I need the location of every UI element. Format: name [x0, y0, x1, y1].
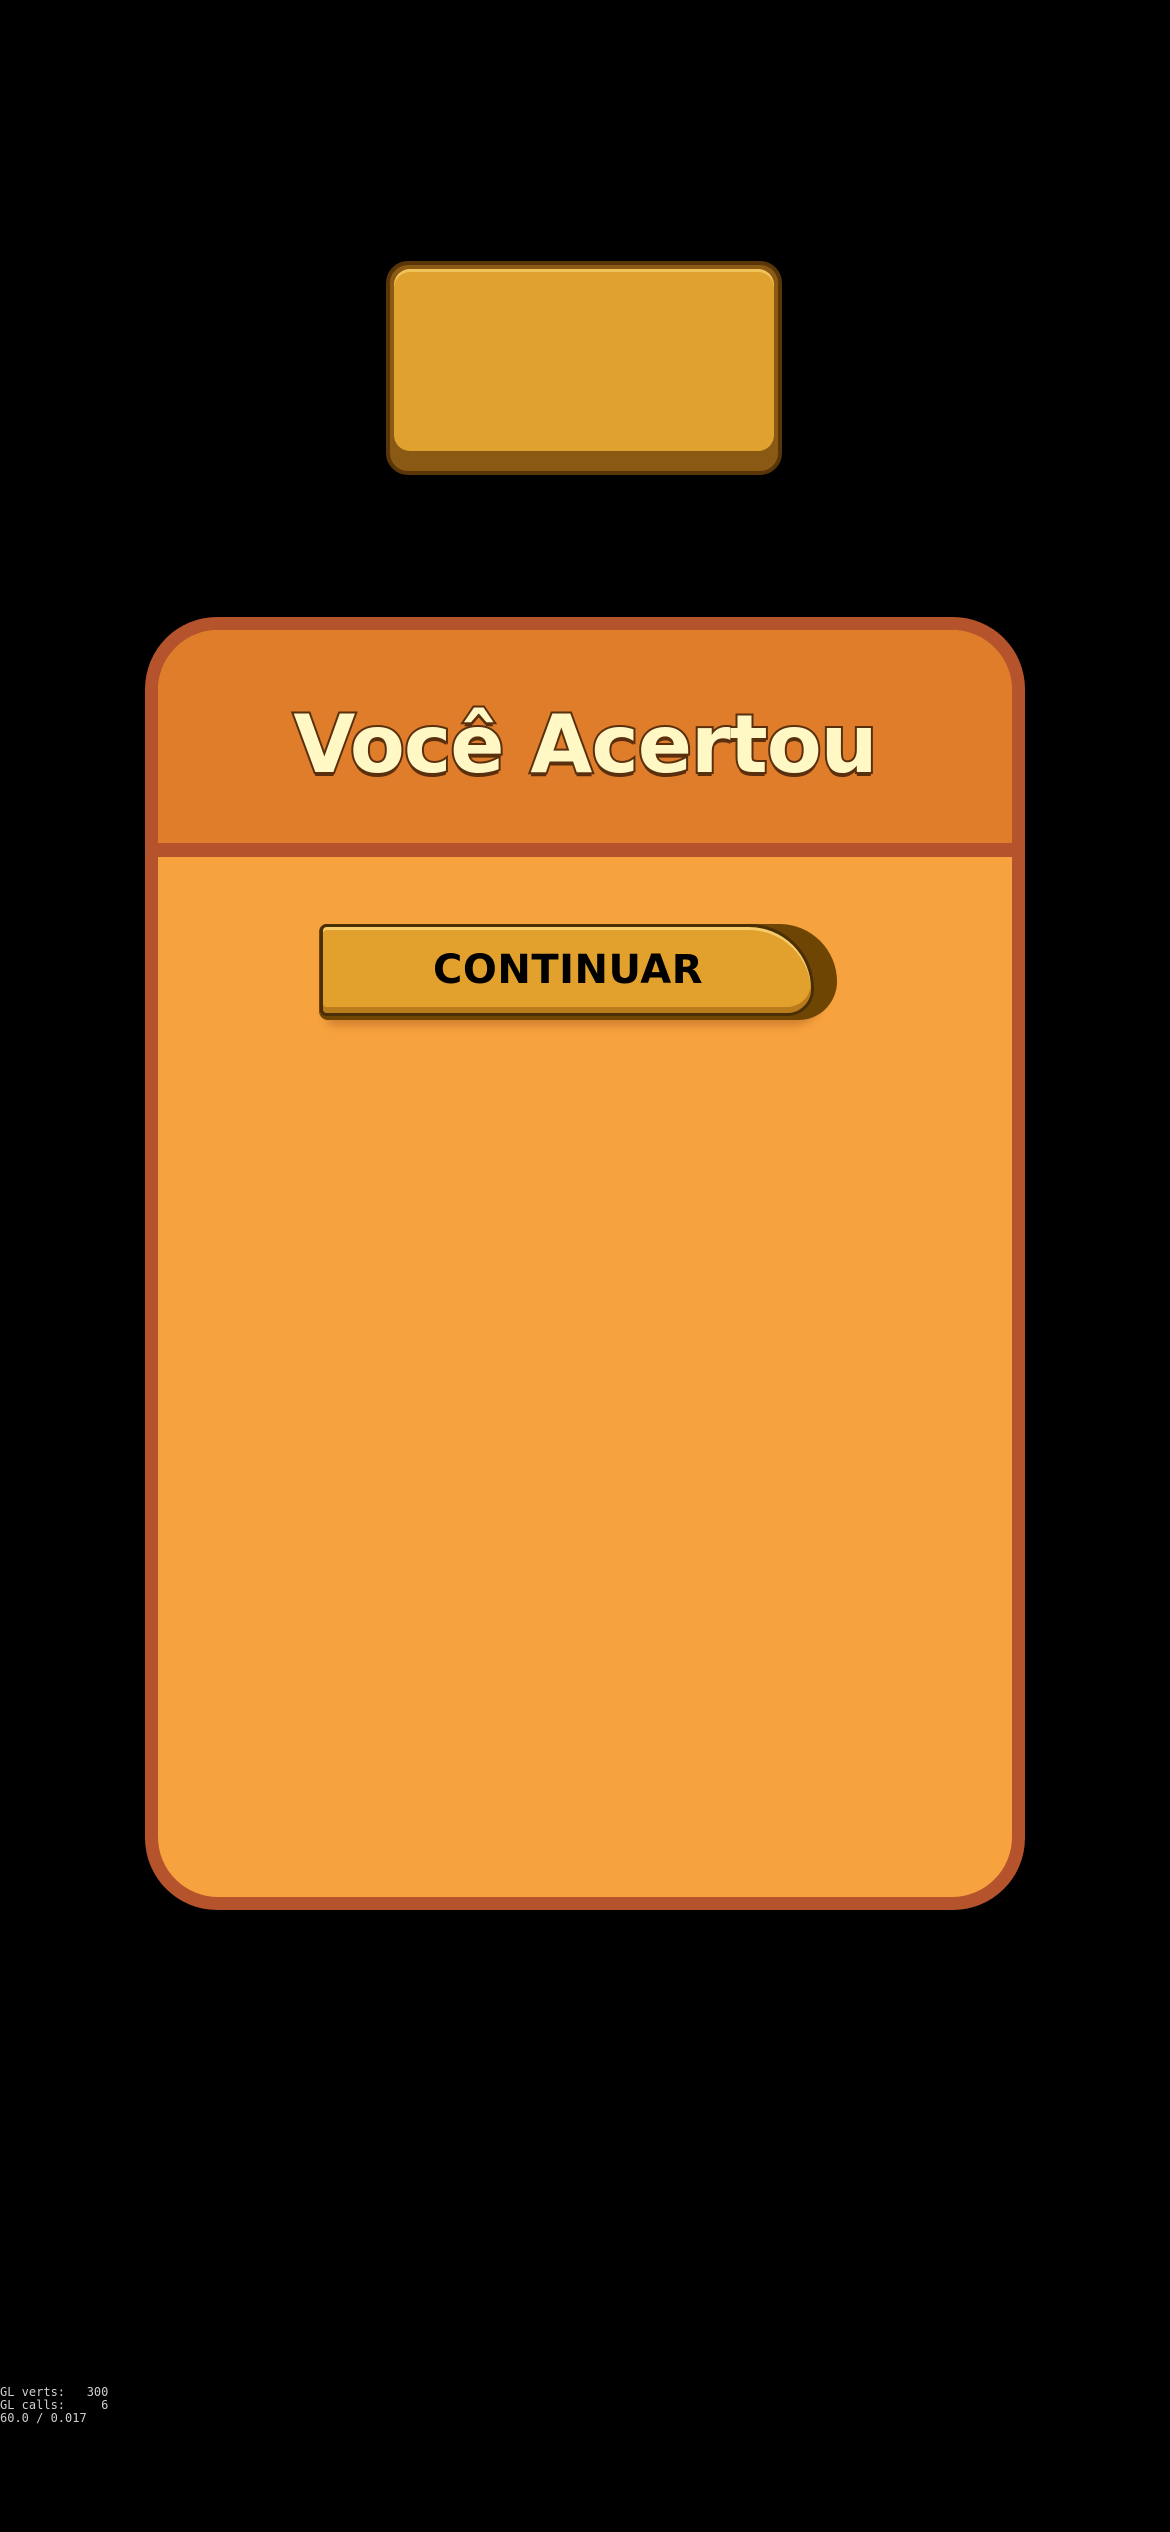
- result-title: Você Acertou: [291, 696, 879, 793]
- result-dialog-header: Você Acertou: [158, 630, 1012, 857]
- debug-fps: 60.0 / 0.017: [0, 2411, 87, 2425]
- debug-stats-overlay: GL verts: 300 GL calls: 6 60.0 / 0.017: [0, 2386, 108, 2425]
- result-dialog: Você Acertou: [145, 617, 1025, 1910]
- score-plate-face: [394, 269, 774, 451]
- continue-button-label: CONTINUAR: [433, 947, 703, 993]
- score-plate: [386, 261, 782, 475]
- continue-button-face[interactable]: CONTINUAR: [320, 924, 814, 1016]
- result-dialog-body: Você Acertou: [158, 630, 1012, 1897]
- continue-button[interactable]: CONTINUAR: [319, 924, 839, 1026]
